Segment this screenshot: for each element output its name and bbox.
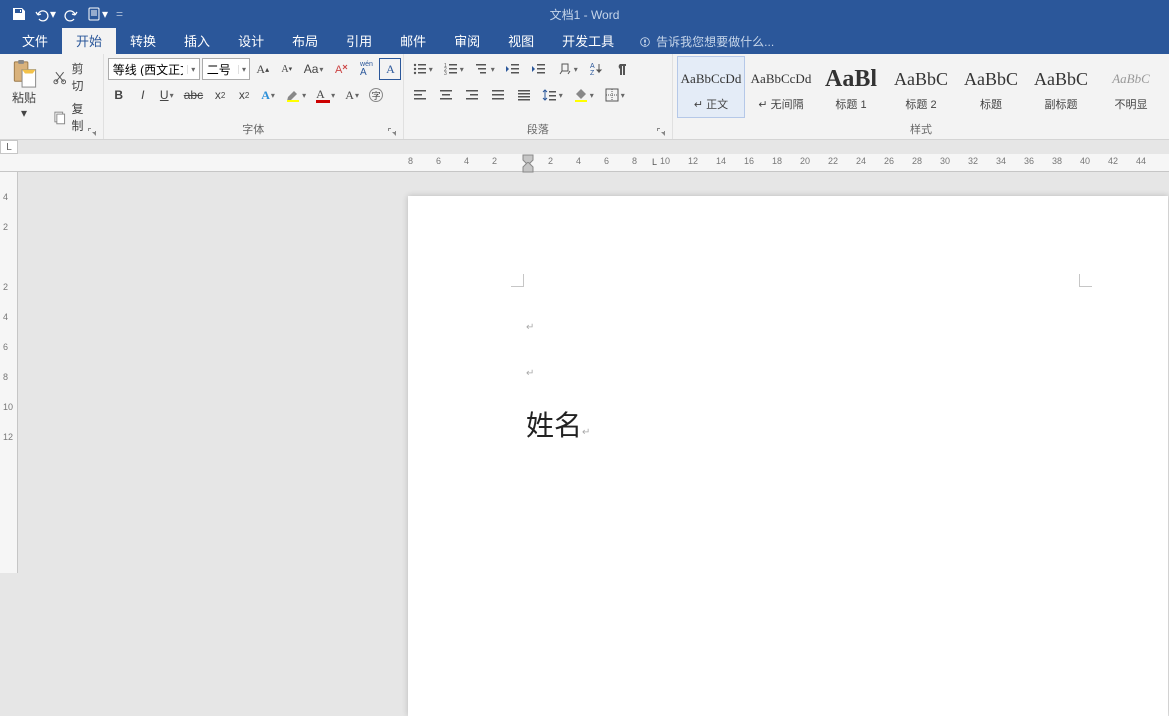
cut-button[interactable]: 剪切: [48, 58, 99, 96]
group-font: ▾ ▾ A▴ A▾ Aa▾ A wénA A B I U▾ abc x2 x2 …: [104, 54, 404, 139]
tab-home[interactable]: 开始: [62, 27, 116, 54]
tab-review[interactable]: 审阅: [440, 27, 494, 54]
horizontal-ruler[interactable]: L 86422468101214161820222426283032343638…: [0, 154, 1169, 172]
style-heading1[interactable]: AaBl标题 1: [817, 56, 885, 118]
grow-font-button[interactable]: A▴: [252, 58, 274, 80]
hanging-indent-marker[interactable]: [522, 162, 534, 174]
margin-corner-tr: [1079, 274, 1092, 287]
svg-text:3: 3: [444, 71, 447, 77]
numbering-button[interactable]: 123▾: [439, 58, 468, 80]
clipboard-dialog-launcher[interactable]: [87, 124, 99, 136]
tab-layout[interactable]: 布局: [278, 27, 332, 54]
paragraph-mark-icon: ↵: [582, 427, 590, 438]
highlight-button[interactable]: ▾: [281, 84, 310, 106]
tab-insert[interactable]: 插入: [170, 27, 224, 54]
margin-corner-tl: [511, 274, 524, 287]
style-no-spacing[interactable]: AaBbCcDd↵ 无间隔: [747, 56, 815, 118]
line-spacing-button[interactable]: ▾: [538, 84, 567, 106]
ribbon-tabs: 文件 开始 转换 插入 设计 布局 引用 邮件 审阅 视图 开发工具 告诉我您想…: [0, 28, 1169, 54]
group-label-font: 字体: [108, 119, 399, 139]
tell-me-placeholder: 告诉我您想要做什么...: [656, 33, 774, 50]
character-border-button[interactable]: A: [379, 58, 401, 80]
svg-text:Z: Z: [590, 70, 595, 77]
chevron-down-icon[interactable]: ▾: [187, 65, 199, 74]
underline-button[interactable]: U▾: [156, 84, 178, 106]
redo-button[interactable]: [60, 3, 82, 25]
tab-design[interactable]: 设计: [224, 27, 278, 54]
distributed-button[interactable]: [512, 84, 536, 106]
align-left-button[interactable]: [408, 84, 432, 106]
style-gallery[interactable]: AaBbCcDd↵ 正文 AaBbCcDd↵ 无间隔 AaBl标题 1 AaBb…: [677, 56, 1165, 118]
chevron-down-icon[interactable]: ▾: [238, 65, 248, 74]
group-label-paragraph: 段落: [408, 119, 668, 139]
quick-access-toolbar: ▾ ▾ =: [0, 0, 135, 28]
title-bar: ▾ ▾ = 文档1 - Word: [0, 0, 1169, 28]
tab-view[interactable]: 视图: [494, 27, 548, 54]
paste-button[interactable]: 粘贴 ▾: [4, 56, 44, 122]
group-styles: AaBbCcDd↵ 正文 AaBbCcDd↵ 无间隔 AaBl标题 1 AaBb…: [673, 54, 1169, 139]
justify-button[interactable]: [486, 84, 510, 106]
tab-file[interactable]: 文件: [8, 27, 62, 54]
clear-formatting-button[interactable]: A: [329, 58, 353, 80]
window-title: 文档1 - Word: [550, 6, 620, 23]
touch-mode-button[interactable]: ▾: [86, 3, 108, 25]
font-name-combo[interactable]: ▾: [108, 58, 200, 80]
save-button[interactable]: [8, 3, 30, 25]
font-dialog-launcher[interactable]: [387, 124, 399, 136]
svg-text:A: A: [335, 64, 343, 76]
font-color-button[interactable]: A▾: [312, 84, 339, 106]
font-size-combo[interactable]: ▾: [202, 58, 250, 80]
style-normal[interactable]: AaBbCcDd↵ 正文: [677, 56, 745, 118]
show-marks-button[interactable]: [610, 58, 634, 80]
shading-button[interactable]: ▾: [569, 84, 598, 106]
paragraph-mark-icon: ↵: [526, 322, 534, 333]
subscript-button[interactable]: x2: [209, 84, 231, 106]
bullets-button[interactable]: ▾: [408, 58, 437, 80]
group-clipboard: 粘贴 ▾ 剪切 复制 格式刷 剪贴板: [0, 54, 104, 139]
superscript-button[interactable]: x2: [233, 84, 255, 106]
document-page[interactable]: ↵ ↵ 姓名↵: [408, 196, 1168, 716]
character-shading-button[interactable]: A▾: [341, 84, 363, 106]
document-body[interactable]: ↵ ↵ 姓名↵: [526, 311, 590, 455]
style-subtitle[interactable]: AaBbC副标题: [1027, 56, 1095, 118]
group-label-styles: 样式: [677, 119, 1165, 139]
heading-text: 姓名: [526, 411, 582, 442]
paragraph-dialog-launcher[interactable]: [656, 124, 668, 136]
increase-indent-button[interactable]: [527, 58, 551, 80]
strikethrough-button[interactable]: abc: [180, 84, 207, 106]
align-right-button[interactable]: [460, 84, 484, 106]
document-workspace: L L 864224681012141618202224262830323436…: [0, 140, 1169, 573]
bold-button[interactable]: B: [108, 84, 130, 106]
decrease-indent-button[interactable]: [501, 58, 525, 80]
italic-button[interactable]: I: [132, 84, 154, 106]
multilevel-list-button[interactable]: ▾: [470, 58, 499, 80]
paragraph-mark-icon: ↵: [526, 368, 534, 379]
text-effects-button[interactable]: A▾: [257, 84, 279, 106]
tell-me-search[interactable]: 告诉我您想要做什么...: [628, 29, 784, 54]
borders-button[interactable]: ▾: [600, 84, 629, 106]
phonetic-guide-button[interactable]: wénA: [355, 58, 377, 80]
style-title[interactable]: AaBbC标题: [957, 56, 1025, 118]
group-paragraph: ▾ 123▾ ▾ ▾ AZ ▾ ▾ ▾ 段落: [404, 54, 673, 139]
vertical-ruler[interactable]: 4224681012: [0, 172, 18, 573]
undo-button[interactable]: ▾: [34, 3, 56, 25]
change-case-button[interactable]: Aa▾: [300, 58, 328, 80]
tab-convert[interactable]: 转换: [116, 27, 170, 54]
ruler-center-mark: L: [652, 157, 657, 167]
align-center-button[interactable]: [434, 84, 458, 106]
svg-text:A: A: [590, 63, 595, 70]
ribbon: 粘贴 ▾ 剪切 复制 格式刷 剪贴板 ▾ ▾ A▴ A▾ Aa▾ A wénA …: [0, 54, 1169, 140]
tab-selector[interactable]: L: [0, 140, 18, 154]
sort-button[interactable]: AZ: [584, 58, 608, 80]
qat-customize-button[interactable]: =: [116, 7, 123, 21]
tab-references[interactable]: 引用: [332, 27, 386, 54]
tab-mailings[interactable]: 邮件: [386, 27, 440, 54]
tab-developer[interactable]: 开发工具: [548, 27, 628, 54]
style-heading2[interactable]: AaBbC标题 2: [887, 56, 955, 118]
style-subtle[interactable]: AaBbC不明显: [1097, 56, 1165, 118]
asian-layout-button[interactable]: ▾: [553, 58, 582, 80]
enclose-characters-button[interactable]: 字: [365, 84, 387, 106]
shrink-font-button[interactable]: A▾: [276, 58, 298, 80]
